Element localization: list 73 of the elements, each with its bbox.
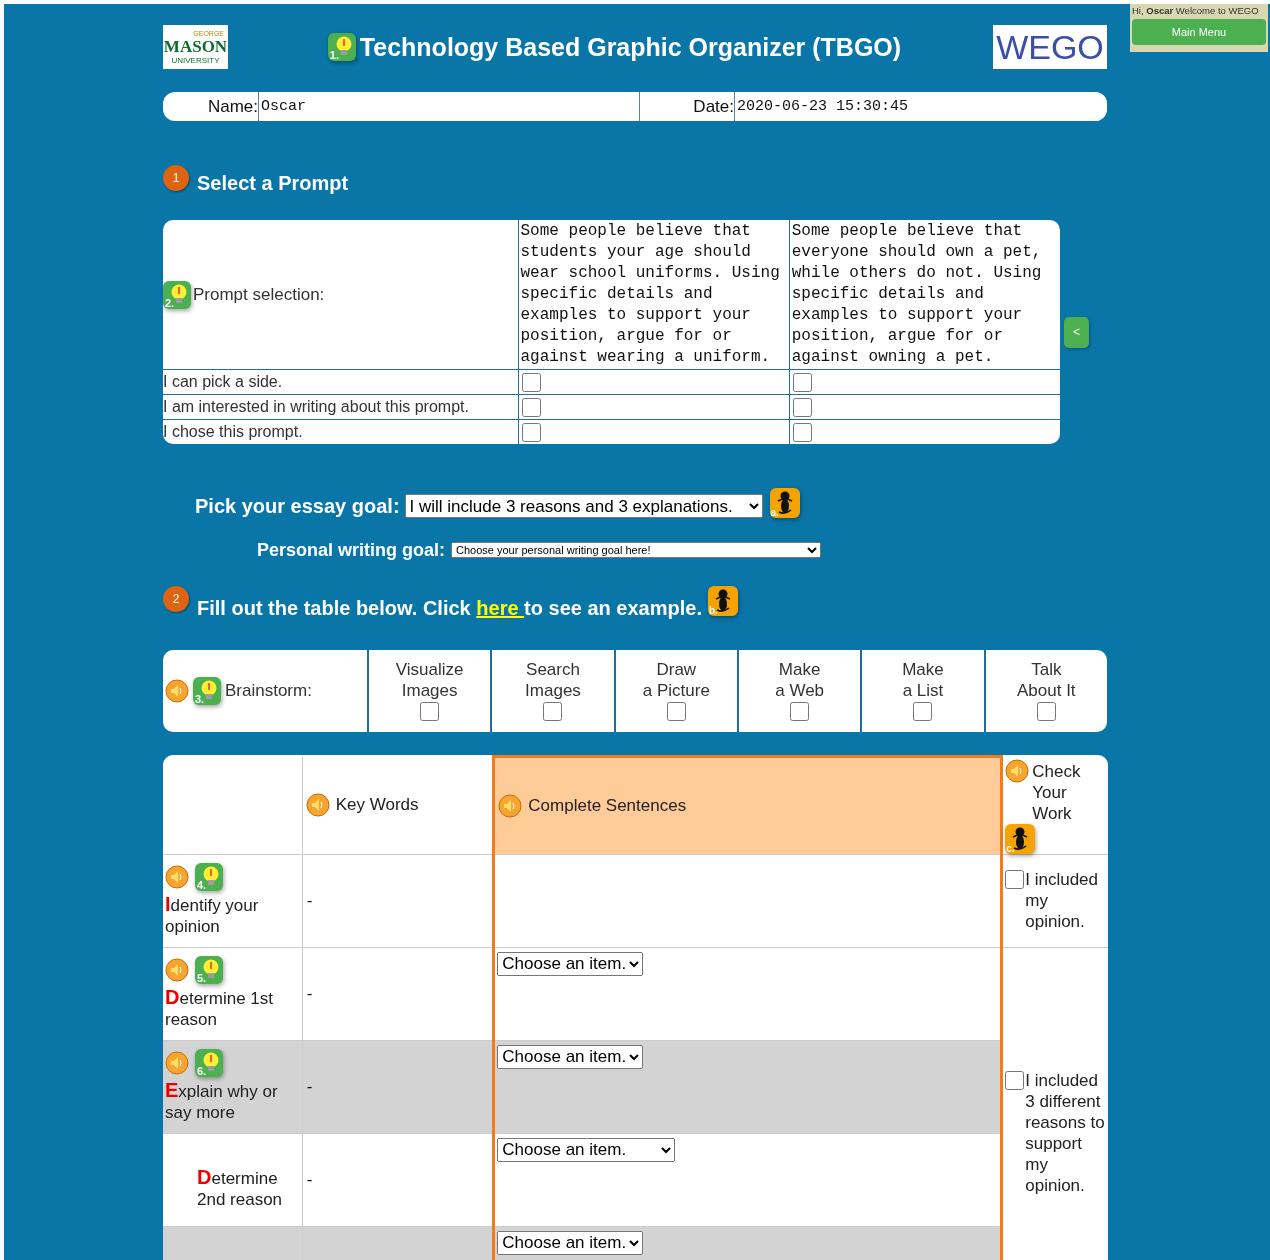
hint-button[interactable]: 3. (193, 677, 221, 705)
row-label: Explain why or say more (165, 1079, 279, 1123)
speaker-icon[interactable] (498, 793, 523, 818)
prompt-selection-label: Prompt selection: (193, 284, 325, 305)
check-label: I included my opinion. (1025, 869, 1099, 932)
example-link[interactable]: here (476, 596, 525, 619)
table-cell: - (302, 1040, 494, 1133)
hint-button[interactable]: 5. (195, 955, 223, 984)
row-label: Determine 1st reason (165, 986, 274, 1030)
check-label: I included 3 different reasons to support my opinion. (1025, 1070, 1106, 1196)
checkbox[interactable] (420, 702, 440, 721)
prompt-text: Some people believe that students your age should wear school uniforms. Using specific details and examples to support your position, argue for or against wearing a uniform. (520, 221, 781, 368)
checkbox[interactable] (790, 702, 810, 721)
brainstorm-option: Search Images (525, 659, 581, 701)
wego-logo: WEGO (993, 25, 1107, 69)
step-badge: 2 (163, 586, 189, 612)
column-heading: Check Your Work (1032, 760, 1082, 824)
main-menu-button[interactable]: Main Menu (1132, 19, 1266, 45)
step-heading: Fill out the table below. Click here to see an example. (197, 596, 702, 620)
speaker-icon[interactable] (305, 793, 330, 817)
brainstorm-option: Talk About It (1017, 659, 1076, 701)
collapse-tab[interactable]: < (1064, 316, 1089, 348)
personal-goal-label: Personal writing goal: (257, 539, 446, 561)
checkbox[interactable] (543, 702, 563, 721)
page-title: Technology Based Graphic Organizer (TBGO) (359, 32, 902, 62)
speaker-icon[interactable] (165, 1050, 189, 1075)
essay-goal-label: Pick your essay goal: (195, 494, 400, 518)
welcome-text: Hi, Oscar Welcome to WEGO (1132, 5, 1260, 16)
brainstorm-option: Visualize Images (395, 659, 464, 701)
brainstorm-label: Brainstorm: (225, 681, 312, 701)
criterion-label: I can pick a side. (163, 373, 283, 390)
checkbox[interactable] (1005, 870, 1025, 889)
checkbox[interactable] (1036, 702, 1056, 721)
speaker-icon[interactable] (165, 864, 189, 889)
hint-button[interactable]: 6. (195, 1048, 223, 1077)
help-button[interactable]: c. (1005, 823, 1036, 854)
checkbox[interactable] (792, 422, 812, 442)
checkbox[interactable] (792, 372, 812, 392)
row-label: Determine 2nd reason (196, 1164, 284, 1210)
speaker-icon[interactable] (165, 957, 189, 982)
personal-goal-select[interactable]: Choose your personal writing goal here! (451, 542, 822, 558)
brainstorm-option: Draw a Picture (642, 659, 710, 701)
checkbox[interactable] (521, 397, 541, 417)
speaker-icon[interactable] (1005, 758, 1030, 783)
step-badge: 1 (163, 165, 189, 191)
sentence-select[interactable]: Choose an item. (497, 1044, 644, 1069)
criterion-label: I chose this prompt. (163, 423, 303, 440)
help-button[interactable]: b. (708, 586, 738, 616)
step-heading: Select a Prompt (197, 172, 349, 195)
hint-button[interactable]: 4. (195, 862, 223, 891)
hint-button[interactable]: 1. (327, 33, 356, 61)
hint-button[interactable]: 2. (163, 280, 191, 309)
checkbox[interactable] (666, 702, 686, 721)
sentence-select[interactable]: Choose an item. (497, 951, 644, 976)
date-field[interactable]: 2020-06-23 15:30:45 (734, 92, 1107, 121)
speaker-icon[interactable] (165, 679, 189, 703)
sentence-select[interactable]: Choose an item. (497, 1230, 644, 1255)
checkbox[interactable] (1005, 1071, 1025, 1090)
column-heading: Key Words (335, 795, 419, 815)
sentence-select[interactable]: Choose an item. (497, 1137, 676, 1162)
checkbox[interactable] (792, 397, 812, 417)
brainstorm-option: Make a Web (775, 659, 825, 701)
criterion-label: I am interested in writing about this prompt. (163, 398, 469, 415)
brainstorm-option: Make a List (902, 659, 944, 701)
checkbox[interactable] (913, 702, 933, 721)
checkbox[interactable] (521, 372, 541, 392)
prompt-text: Some people believe that everyone should own a pet, while others do not. Using specific details and examples to support your position, argue for or against owning a pet. (791, 221, 1043, 368)
essay-goal-select[interactable]: I will include 3 reasons and 3 explanations. (404, 494, 763, 518)
row-label: Identify your opinion (165, 893, 260, 937)
name-label: Name: (206, 95, 258, 118)
help-button[interactable]: a. (769, 488, 800, 518)
column-heading: Complete Sentences (528, 795, 687, 816)
checkbox[interactable] (521, 422, 541, 442)
